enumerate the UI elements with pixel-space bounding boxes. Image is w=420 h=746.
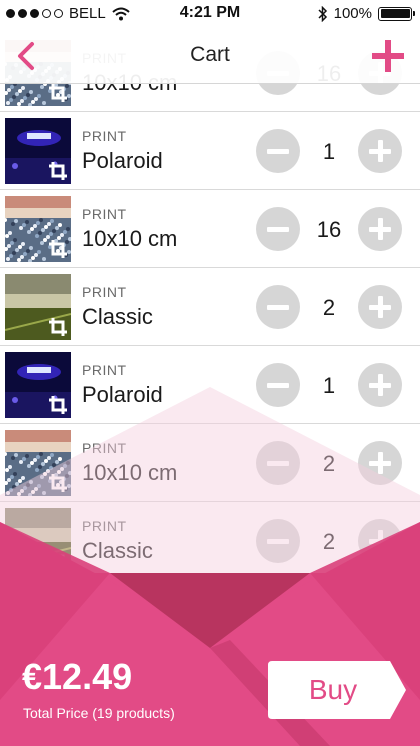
item-quantity: 1 — [322, 373, 336, 398]
battery-level — [380, 9, 410, 18]
cart-item-row: PRINT Classic 2 — [0, 502, 420, 580]
buy-button[interactable]: Buy — [268, 661, 408, 719]
item-thumbnail[interactable] — [5, 196, 71, 262]
cart-item-row: PRINT Classic 2 — [0, 268, 420, 346]
increase-quantity-button[interactable] — [358, 285, 402, 329]
page-title: Cart — [190, 43, 230, 66]
decrease-quantity-button[interactable] — [256, 363, 300, 407]
status-right: 100% — [318, 5, 415, 22]
item-quantity: 2 — [322, 529, 336, 554]
add-item-button[interactable] — [368, 36, 408, 76]
increase-quantity-button[interactable] — [358, 207, 402, 251]
item-quantity: 1 — [322, 139, 336, 164]
item-thumbnail[interactable] — [5, 118, 71, 184]
decrease-quantity-button[interactable] — [256, 441, 300, 485]
item-quantity: 2 — [322, 295, 336, 320]
cart-item-row: PRINT Polaroid 1 — [0, 346, 420, 424]
crop-icon[interactable] — [48, 83, 68, 103]
item-type: PRINT — [82, 440, 127, 456]
decrease-quantity-button[interactable] — [256, 207, 300, 251]
crop-icon[interactable] — [48, 161, 68, 181]
status-bar: BELL 4:21 PM 100% — [0, 0, 420, 28]
item-type: PRINT — [82, 518, 127, 534]
cart-list: PRINT 10x10 cm 16 PRINT Polaroid 1 PRINT 10x10 … — [0, 34, 420, 580]
item-name: Classic — [82, 538, 153, 563]
decrease-quantity-button[interactable] — [256, 285, 300, 329]
plus-icon — [372, 40, 404, 72]
item-name: Classic — [82, 304, 153, 329]
decrease-quantity-button[interactable] — [256, 519, 300, 563]
decrease-quantity-button[interactable] — [256, 129, 300, 173]
increase-quantity-button[interactable] — [358, 129, 402, 173]
item-type: PRINT — [82, 284, 127, 300]
crop-icon[interactable] — [48, 317, 68, 337]
item-thumbnail[interactable] — [5, 430, 71, 496]
increase-quantity-button[interactable] — [358, 363, 402, 407]
item-type: PRINT — [82, 206, 127, 222]
increase-quantity-button[interactable] — [358, 519, 402, 563]
item-name: 10x10 cm — [82, 226, 178, 251]
item-type: PRINT — [82, 128, 127, 144]
item-name: 10x10 cm — [82, 460, 178, 485]
item-name: Polaroid — [82, 382, 163, 407]
cart-item-row: PRINT 10x10 cm 16 — [0, 190, 420, 268]
crop-icon[interactable] — [48, 473, 68, 493]
item-thumbnail[interactable] — [5, 274, 71, 340]
item-name: Polaroid — [82, 148, 163, 173]
crop-icon[interactable] — [48, 395, 68, 415]
battery-percent: 100% — [333, 5, 372, 22]
item-thumbnail[interactable] — [5, 352, 71, 418]
increase-quantity-button[interactable] — [358, 441, 402, 485]
crop-icon[interactable] — [48, 239, 68, 259]
cart-item-row: PRINT Polaroid 1 — [0, 112, 420, 190]
total-price-caption: Total Price (19 products) — [23, 705, 175, 721]
item-type: PRINT — [82, 362, 127, 378]
total-price: €12.49 — [22, 656, 133, 697]
battery-icon — [378, 6, 415, 21]
item-quantity: 2 — [322, 451, 336, 476]
cart-item-row: PRINT 10x10 cm 2 — [0, 424, 420, 502]
item-quantity: 16 — [316, 217, 342, 242]
item-thumbnail[interactable] — [5, 508, 71, 574]
bluetooth-icon — [318, 5, 327, 22]
crop-icon[interactable] — [48, 551, 68, 571]
buy-button-label: Buy — [308, 674, 358, 705]
navigation-bar: Cart — [0, 28, 420, 84]
